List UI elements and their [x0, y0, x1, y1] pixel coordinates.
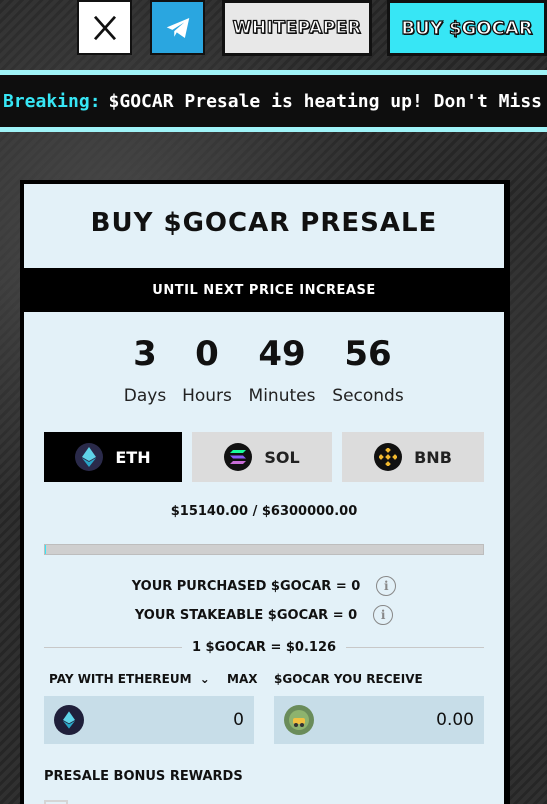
x-logo-icon	[93, 15, 116, 40]
max-button[interactable]: MAX	[227, 672, 257, 686]
pay-label: PAY WITH ETHEREUM	[49, 672, 192, 686]
divider	[44, 646, 182, 648]
exchange-rate-text: 1 $GOCAR = $0.126	[191, 639, 337, 655]
presale-title: BUY $GOCAR PRESALE	[90, 208, 438, 238]
currency-tabs: ETH SOL BNB	[44, 432, 484, 482]
pay-currency-selector[interactable]: PAY WITH ETHEREUM ⌄	[49, 672, 210, 686]
pay-amount-input[interactable]: 0	[44, 696, 254, 744]
countdown-banner: UNTIL NEXT PRICE INCREASE	[24, 268, 504, 312]
countdown-days-label: Days	[123, 386, 167, 406]
receive-label: $GOCAR YOU RECEIVE	[274, 672, 423, 686]
tab-eth-label: ETH	[115, 447, 151, 467]
news-ticker: Breaking: $GOCAR Presale is heating up! …	[0, 70, 547, 132]
purchased-text: YOUR PURCHASED $GOCAR = 0	[131, 578, 361, 594]
info-icon[interactable]: i	[373, 605, 394, 625]
exchange-rate: 1 $GOCAR = $0.126	[44, 639, 484, 655]
countdown-hours: 0 Hours	[179, 334, 235, 406]
bnb-icon	[374, 443, 403, 471]
tab-sol[interactable]: SOL	[192, 432, 332, 482]
buy-gocar-button[interactable]: BUY $GOCAR	[387, 0, 547, 56]
chevron-down-icon: ⌄	[199, 672, 210, 686]
solana-icon	[224, 443, 253, 471]
countdown-seconds-label: Seconds	[332, 386, 404, 406]
telegram-social-button[interactable]	[150, 0, 205, 55]
tab-sol-label: SOL	[264, 447, 300, 467]
countdown-hours-value: 0	[195, 334, 219, 374]
divider	[346, 646, 484, 648]
presale-progress-bar	[44, 544, 484, 555]
ethereum-icon	[75, 443, 104, 471]
gocar-token-icon	[284, 705, 314, 735]
receive-amount-input[interactable]: 0.00	[274, 696, 484, 744]
top-navigation: WHITEPAPER BUY $GOCAR	[0, 0, 547, 62]
purchased-line: YOUR PURCHASED $GOCAR = 0 i	[24, 576, 504, 596]
tab-bnb[interactable]: BNB	[342, 432, 484, 482]
ticker-label: Breaking:	[3, 90, 101, 112]
raised-amount: $15140.00 / $6300000.00	[170, 504, 358, 519]
bonus-checkbox[interactable]	[44, 800, 68, 804]
stakeable-text: YOUR STAKEABLE $GOCAR = 0	[134, 607, 358, 623]
tab-eth[interactable]: ETH	[44, 432, 182, 482]
countdown-minutes: 49 Minutes	[246, 334, 318, 406]
countdown-days: 3 Days	[119, 334, 171, 406]
receive-amount-value: 0.00	[436, 710, 474, 730]
pay-amount-value: 0	[233, 710, 244, 730]
countdown-minutes-label: Minutes	[248, 386, 316, 406]
countdown-days-value: 3	[133, 334, 157, 374]
countdown-seconds-value: 56	[344, 334, 392, 374]
countdown-hours-label: Hours	[182, 386, 232, 406]
whitepaper-button[interactable]: WHITEPAPER	[222, 0, 372, 56]
tab-bnb-label: BNB	[414, 447, 452, 467]
bonus-rewards-heading: PRESALE BONUS REWARDS	[44, 769, 243, 784]
presale-widget: BUY $GOCAR PRESALE UNTIL NEXT PRICE INCR…	[24, 184, 504, 804]
countdown-seconds: 56 Seconds	[328, 334, 408, 406]
presale-progress-fill	[45, 545, 47, 554]
x-social-button[interactable]	[77, 0, 132, 55]
info-icon[interactable]: i	[376, 576, 397, 596]
countdown-minutes-value: 49	[258, 334, 306, 374]
telegram-icon	[166, 17, 189, 38]
stakeable-line: YOUR STAKEABLE $GOCAR = 0 i	[24, 605, 504, 625]
ethereum-icon	[54, 705, 84, 735]
ticker-message: $GOCAR Presale is heating up! Don't Miss…	[108, 90, 547, 112]
